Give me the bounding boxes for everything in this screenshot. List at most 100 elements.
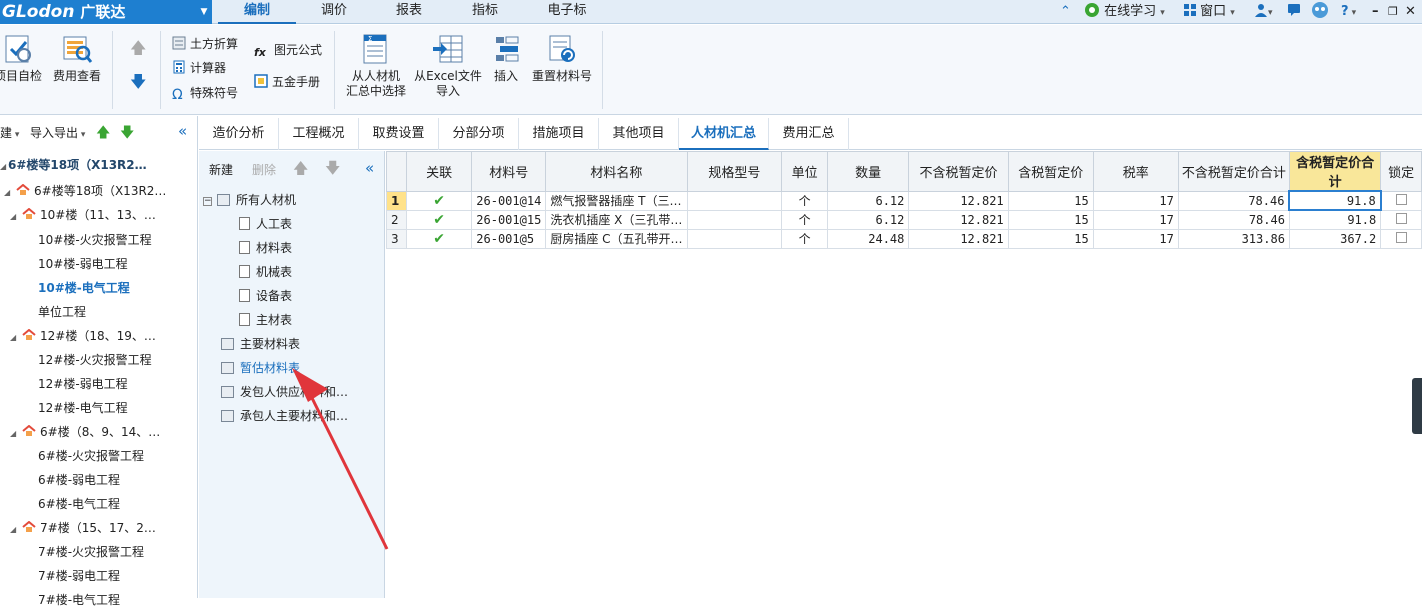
material-name-cell[interactable]: 燃气报警器插座 T（三… [545,190,688,211]
earthwork-button[interactable]: 土方折算 [172,35,238,53]
col-linked[interactable]: 关联 [405,151,473,192]
tree-move-up-icon[interactable]: 🡅 [96,124,110,142]
category-provisional-materials[interactable]: 暂估材料表 [221,357,300,379]
price-ex-tax-cell[interactable]: 12.821 [908,209,1009,230]
calculator-button[interactable]: 计算器 [172,59,226,77]
import-from-excel-button[interactable]: 从Excel文件 导入 [412,33,484,99]
menu-tab-index[interactable]: 指标 [446,0,524,24]
spec-cell[interactable] [686,190,783,211]
category-machinery[interactable]: 机械表 [239,261,292,283]
table-row[interactable]: 1 ✔ 26-001@14 燃气报警器插座 T（三… 个 6.12 12.821… [386,190,1422,211]
tab-measures[interactable]: 措施项目 [519,118,599,150]
col-price-in-tax[interactable]: 含税暂定价 [1007,151,1094,192]
tab-fee-summary[interactable]: 费用汇总 [769,118,849,150]
unit-cell[interactable]: 个 [781,209,828,230]
tree-leaf[interactable]: 7#楼-火灾报警工程 [38,541,144,563]
tree-node-building-12[interactable]: ◢ 12#楼（18、19、… [10,325,156,347]
quantity-cell[interactable]: 6.12 [826,190,910,211]
tree-node-project[interactable]: ◢ 6#楼等18项（X13R2… [4,180,166,202]
linked-check-icon[interactable]: ✔ [405,209,473,230]
total-ex-tax-cell[interactable]: 78.46 [1177,190,1290,211]
tree-node-building-6[interactable]: ◢ 6#楼（8、9、14、… [10,421,160,443]
tax-rate-cell[interactable]: 17 [1092,228,1179,249]
import-export-menu[interactable]: 导入导出 ▾ [30,124,85,142]
tree-leaf[interactable]: 12#楼-电气工程 [38,397,128,419]
tree-root[interactable]: ◢ 6#楼等18项（X13R2… [0,154,147,176]
category-move-up-icon[interactable]: 🡅 [293,159,308,177]
col-locked[interactable]: 锁定 [1380,151,1422,192]
category-main-materials[interactable]: 主材表 [239,309,292,331]
category-materials[interactable]: 材料表 [239,237,292,259]
spec-cell[interactable] [686,228,783,249]
quantity-cell[interactable]: 6.12 [826,209,910,230]
project-self-check-button[interactable]: 项目自检 [0,33,44,84]
message-icon[interactable] [1287,0,1305,24]
total-ex-tax-cell[interactable]: 78.46 [1177,209,1290,230]
menu-tab-e-bid[interactable]: 电子标 [524,0,610,24]
total-in-tax-cell[interactable]: 91.8 [1288,209,1382,230]
fee-view-button[interactable]: 费用查看 [50,33,104,84]
locked-checkbox[interactable] [1380,209,1422,230]
material-code-cell[interactable]: 26-001@5 [471,228,547,249]
col-material-name[interactable]: 材料名称 [545,151,688,192]
delete-category-button[interactable]: 删除 [252,161,276,179]
select-from-summary-button[interactable]: Σ 从人材机 汇总中选择 [342,33,410,99]
total-in-tax-cell[interactable]: 367.2 [1288,228,1382,249]
tree-leaf[interactable]: 10#楼-火灾报警工程 [38,229,152,251]
material-code-cell[interactable]: 26-001@15 [471,209,547,230]
window-menu[interactable]: 窗口 ▾ [1184,0,1248,24]
price-in-tax-cell[interactable]: 15 [1007,190,1094,211]
menu-tab-compile[interactable]: 编制 [218,0,296,24]
tree-leaf[interactable]: 7#楼-弱电工程 [38,565,120,587]
category-move-down-icon[interactable]: 🡇 [325,159,340,177]
material-name-cell[interactable]: 洗衣机插座 X（三孔带… [545,209,688,230]
tree-move-down-icon[interactable]: 🡇 [120,124,134,142]
tree-leaf[interactable]: 7#楼-电气工程 [38,589,120,611]
unit-cell[interactable]: 个 [781,228,828,249]
move-up-icon[interactable]: 🡅 [130,39,146,57]
category-all-materials[interactable]: − 所有人材机 [203,189,296,211]
new-category-button[interactable]: 新建 [209,161,233,179]
menu-tab-price-adjust[interactable]: 调价 [296,0,372,24]
tree-leaf[interactable]: 单位工程 [38,301,86,323]
tree-leaf[interactable]: 6#楼-火灾报警工程 [38,445,144,467]
total-ex-tax-cell[interactable]: 313.86 [1177,228,1290,249]
tax-rate-cell[interactable]: 17 [1092,190,1179,211]
row-number[interactable]: 1 [386,190,407,211]
linked-check-icon[interactable]: ✔ [405,228,473,249]
col-total-in-tax[interactable]: 含税暂定价合计 [1288,151,1382,192]
price-ex-tax-cell[interactable]: 12.821 [908,190,1009,211]
col-quantity[interactable]: 数量 [826,151,910,192]
collapse-ribbon-icon[interactable]: ⌃ [1060,0,1078,24]
collapse-category-panel-icon[interactable]: « [365,159,374,177]
linked-check-icon[interactable]: ✔ [405,190,473,211]
user-icon[interactable]: ▾ [1254,0,1280,24]
material-name-cell[interactable]: 厨房插座 C（五孔带开… [545,228,688,249]
col-tax-rate[interactable]: 税率 [1092,151,1179,192]
tab-fee-settings[interactable]: 取费设置 [359,118,439,150]
special-symbol-button[interactable]: Ω 特殊符号 [172,84,238,102]
tab-project-overview[interactable]: 工程概况 [279,118,359,150]
category-employer-supplied[interactable]: 发包人供应材料和… [221,381,348,403]
tax-rate-cell[interactable]: 17 [1092,209,1179,230]
category-equipment[interactable]: 设备表 [239,285,292,307]
tab-other-items[interactable]: 其他项目 [599,118,679,150]
hardware-manual-button[interactable]: 五金手册 [254,73,320,91]
tree-node-building-10[interactable]: ◢ 10#楼（11、13、… [10,204,156,226]
table-row[interactable]: 2 ✔ 26-001@15 洗衣机插座 X（三孔带… 个 6.12 12.821… [386,209,1422,230]
spec-cell[interactable] [686,209,783,230]
col-material-code[interactable]: 材料号 [471,151,547,192]
mascot-icon[interactable] [1311,0,1333,24]
tab-sub-items[interactable]: 分部分项 [439,118,519,150]
restore-icon[interactable]: ❐ [1388,0,1402,24]
price-in-tax-cell[interactable]: 15 [1007,209,1094,230]
tree-leaf[interactable]: 6#楼-弱电工程 [38,469,120,491]
new-menu-button[interactable]: 建 ▾ [0,124,19,142]
row-number[interactable]: 2 [386,209,407,230]
locked-checkbox[interactable] [1380,228,1422,249]
category-contractor-materials[interactable]: 承包人主要材料和… [221,405,348,427]
locked-checkbox[interactable] [1380,190,1422,211]
col-unit[interactable]: 单位 [781,151,828,192]
tab-cost-analysis[interactable]: 造价分析 [199,118,279,150]
help-icon[interactable]: ? ▾ [1341,0,1363,24]
